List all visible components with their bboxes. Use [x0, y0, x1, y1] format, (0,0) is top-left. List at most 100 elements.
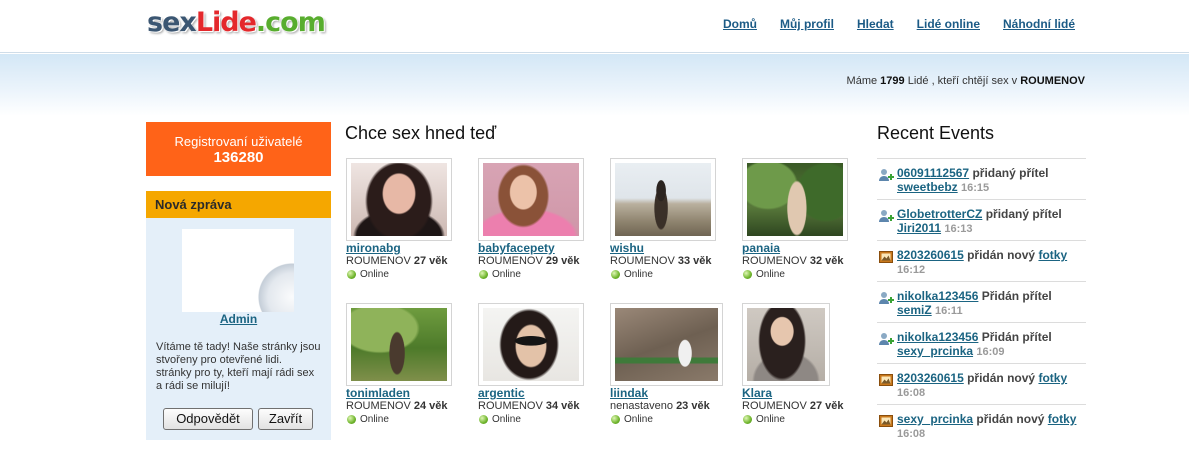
- event-item: 06091112567 přidaný přítel sweetbebz 16:…: [877, 158, 1086, 199]
- profile-name[interactable]: Klara: [742, 386, 858, 400]
- event-user-link[interactable]: nikolka123456: [897, 289, 978, 303]
- profile-name[interactable]: babyfacepety: [478, 241, 594, 255]
- status-label: Online: [492, 269, 521, 280]
- profile-location: nenastaveno 23 věk: [610, 400, 726, 413]
- photo-icon: [879, 251, 893, 263]
- profile-photo[interactable]: [742, 158, 848, 241]
- profile-city: nenastaveno: [610, 400, 673, 412]
- event-target-link[interactable]: fotky: [1038, 371, 1067, 385]
- profile-photo-image: [483, 163, 579, 236]
- profile-age: 27 věk: [809, 400, 844, 412]
- sender-avatar[interactable]: [182, 229, 294, 312]
- friend-add-icon: [879, 292, 894, 304]
- banner-city: ROUMENOV: [1020, 75, 1085, 87]
- logo-part-3: .com: [255, 7, 326, 38]
- event-target-link[interactable]: Jiri2011: [897, 221, 941, 235]
- profile-name[interactable]: argentic: [478, 386, 594, 400]
- profile-card: wishu ROUMENOV 33 věk Online: [610, 158, 726, 281]
- event-user-link[interactable]: 8203260615: [897, 371, 964, 385]
- profile-name[interactable]: liindak: [610, 386, 726, 400]
- event-item: 8203260615 přidán nový fotky 16:08: [877, 363, 1086, 404]
- message-line: a rádi se milují!: [156, 380, 230, 392]
- profile-photo-image: [615, 308, 718, 381]
- profile-photo[interactable]: [346, 158, 452, 241]
- profile-age: 34 věk: [545, 400, 580, 412]
- nav-search[interactable]: Hledat: [857, 17, 894, 31]
- main-nav: Domů Můj profil Hledat Lidé online Náhod…: [723, 17, 1075, 31]
- online-dot-icon: [611, 415, 620, 424]
- profile-card: argentic ROUMENOV 34 věk Online: [478, 303, 594, 426]
- profile-card: liindak nenastaveno 23 věk Online: [610, 303, 726, 426]
- registered-users-count: 136280: [213, 149, 264, 166]
- nav-home[interactable]: Domů: [723, 17, 757, 31]
- close-button[interactable]: Zavřít: [258, 408, 313, 430]
- online-dot-icon: [611, 270, 620, 279]
- event-user-link[interactable]: GlobetrotterCZ: [897, 207, 982, 221]
- event-item: sexy_prcinka přidán nový fotky 16:08: [877, 404, 1086, 445]
- profile-photo[interactable]: [478, 303, 584, 386]
- event-time: 16:13: [944, 223, 973, 235]
- profile-name[interactable]: panaia: [742, 241, 858, 255]
- event-line: 16:08: [897, 385, 1086, 400]
- friend-add-icon: [879, 210, 894, 222]
- top-bar: sexLide.com Domů Můj profil Hledat Lidé …: [0, 0, 1189, 53]
- section-title: Chce sex hned teď: [345, 123, 497, 143]
- event-user-link[interactable]: 8203260615: [897, 248, 964, 262]
- logo-part-2: Lide: [195, 7, 257, 38]
- message-line: stvořeny pro otevřené lidi.: [156, 354, 282, 366]
- nav-people-online[interactable]: Lidé online: [917, 17, 980, 31]
- profile-card: tonimladen ROUMENOV 24 věk Online: [346, 303, 462, 426]
- profile-city: ROUMENOV: [610, 255, 675, 267]
- event-target-link[interactable]: fotky: [1048, 412, 1077, 426]
- profile-photo-image: [483, 308, 579, 381]
- online-dot-icon: [347, 415, 356, 424]
- event-target-link[interactable]: sexy_prcinka: [897, 344, 973, 358]
- event-action: přidán nový: [967, 371, 1036, 385]
- event-item: nikolka123456 Přidán přítel semiZ 16:11: [877, 281, 1086, 322]
- profile-photo[interactable]: [346, 303, 452, 386]
- banner-prefix: Máme: [846, 75, 878, 87]
- event-time: 16:09: [976, 346, 1005, 358]
- profile-card: babyfacepety ROUMENOV 29 věk Online: [478, 158, 594, 281]
- profile-photo[interactable]: [610, 303, 723, 386]
- event-line: sexy_prcinka 16:09: [897, 344, 1086, 359]
- event-user-link[interactable]: sexy_prcinka: [897, 412, 973, 426]
- online-dot-icon: [743, 415, 752, 424]
- event-time: 16:11: [935, 305, 963, 317]
- profile-card: panaia ROUMENOV 32 věk Online: [742, 158, 858, 281]
- status-label: Online: [624, 414, 653, 425]
- event-line: 8203260615 přidán nový fotky: [897, 248, 1086, 262]
- online-status: Online: [346, 413, 462, 426]
- profile-name[interactable]: tonimladen: [346, 386, 462, 400]
- profile-name[interactable]: wishu: [610, 241, 726, 255]
- event-target-link[interactable]: sweetbebz: [897, 180, 958, 194]
- status-label: Online: [360, 269, 389, 280]
- event-action: Přidán přítel: [981, 289, 1052, 303]
- event-target-link[interactable]: semiZ: [897, 303, 932, 317]
- online-status: Online: [742, 413, 858, 426]
- reply-button[interactable]: Odpovědět: [163, 408, 253, 430]
- event-line: 8203260615 přidán nový fotky: [897, 371, 1086, 385]
- profile-card: Klara ROUMENOV 27 věk Online: [742, 303, 858, 426]
- message-line: Vítáme tě tady! Naše stránky jsou: [156, 341, 321, 353]
- profile-location: ROUMENOV 32 věk: [742, 255, 858, 268]
- event-user-link[interactable]: nikolka123456: [897, 330, 978, 344]
- profile-city: ROUMENOV: [346, 255, 411, 267]
- event-target-link[interactable]: fotky: [1038, 248, 1067, 262]
- sender-link[interactable]: Admin: [220, 312, 257, 326]
- new-message-panel: Admin Vítáme tě tady! Naše stránky jsou …: [146, 218, 331, 440]
- profile-photo[interactable]: [478, 158, 584, 241]
- profile-photo-image: [747, 163, 843, 236]
- banner-middle: Lidé , kteří chtějí sex v: [907, 75, 1018, 87]
- site-logo[interactable]: sexLide.com: [147, 6, 326, 40]
- online-status: Online: [610, 413, 726, 426]
- online-status: Online: [610, 268, 726, 281]
- nav-random-people[interactable]: Náhodní lidé: [1003, 17, 1075, 31]
- nav-my-profile[interactable]: Můj profil: [780, 17, 834, 31]
- profile-name[interactable]: mironabg: [346, 241, 462, 255]
- status-label: Online: [756, 269, 785, 280]
- event-user-link[interactable]: 06091112567: [897, 166, 969, 180]
- profile-photo[interactable]: [610, 158, 716, 241]
- profile-photo[interactable]: [742, 303, 830, 386]
- profile-photo-image: [351, 163, 447, 236]
